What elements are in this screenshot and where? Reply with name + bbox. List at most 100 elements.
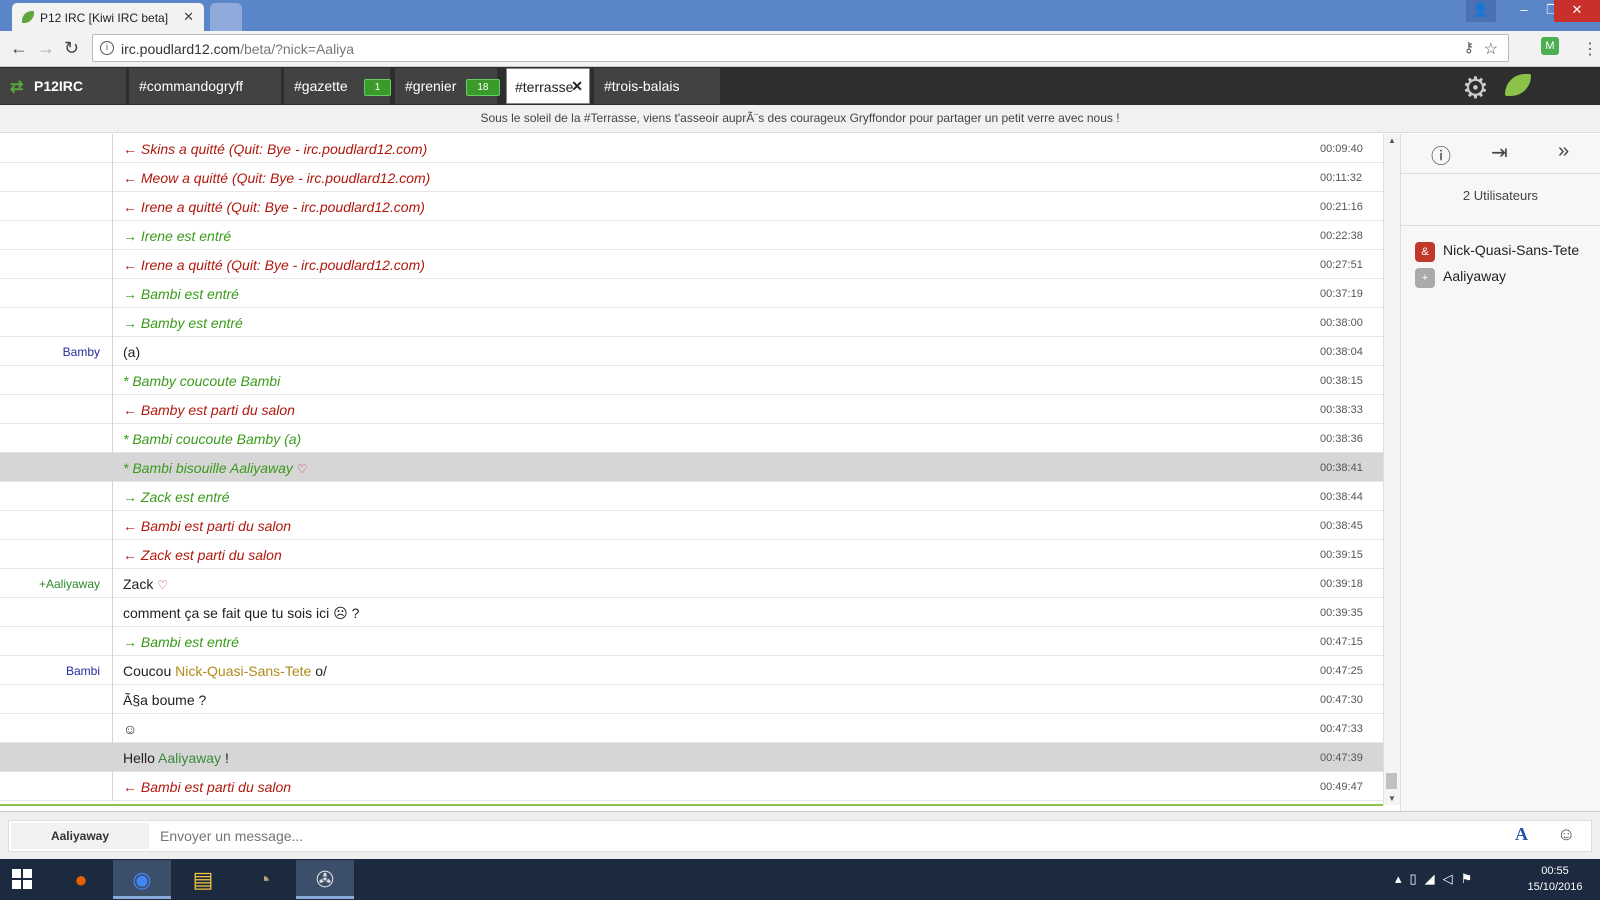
scroll-thumb[interactable] <box>1386 773 1397 789</box>
scroll-up-icon[interactable]: ▲ <box>1388 136 1396 145</box>
message-text: (a) <box>123 344 141 360</box>
message-text: ← Meow a quitté (Quit: Bye - irc.poudlar… <box>123 170 431 186</box>
nick-mention[interactable]: Nick-Quasi-Sans-Tete <box>175 663 311 679</box>
message-nick[interactable]: Bamby <box>0 345 100 359</box>
message-row: ← Irene a quitté (Quit: Bye - irc.poudla… <box>0 192 1383 221</box>
scroll-down-icon[interactable]: ▼ <box>1388 794 1396 803</box>
message-text: → Bamby est entré <box>123 315 243 331</box>
message-row: Bambi Coucou Nick-Quasi-Sans-Tete o/00:47… <box>0 656 1383 685</box>
tab-grenier[interactable]: #grenier 18 <box>395 68 500 104</box>
firefox-icon[interactable]: ● <box>52 860 110 899</box>
taskbar-clock[interactable]: 00:55 15/10/2016 <box>1520 863 1590 895</box>
collapse-sidebar-icon[interactable]: » <box>1558 140 1569 163</box>
clock-date: 15/10/2016 <box>1527 881 1583 893</box>
text-style-icon[interactable]: A <box>1515 824 1528 845</box>
message-time: 00:47:30 <box>1320 694 1363 706</box>
message-time: 00:39:15 <box>1320 549 1363 561</box>
message-time: 00:47:15 <box>1320 636 1363 648</box>
message-time: 00:38:45 <box>1320 520 1363 532</box>
message-text: ← Irene a quitté (Quit: Bye - irc.poudla… <box>123 199 425 215</box>
message-time: 00:47:33 <box>1320 723 1363 735</box>
message-text: ← Irene a quitté (Quit: Bye - irc.poudla… <box>123 257 425 273</box>
browser-titlebar: P12 IRC [Kiwi IRC beta] ✕ 👤 – ❐ ✕ <box>0 0 1600 31</box>
message-text: ← Zack est parti du salon <box>123 547 282 563</box>
my-nick[interactable]: Aaliyaway <box>11 823 149 849</box>
message-text: → Zack est entré <box>123 489 230 505</box>
user-count: 2 Utilisateurs <box>1401 188 1600 226</box>
info-icon[interactable]: ⓘ <box>1431 140 1451 169</box>
tab-commandogryff[interactable]: #commandogryff <box>129 68 281 104</box>
leave-channel-icon[interactable]: ⇥ <box>1491 140 1508 165</box>
site-info-icon[interactable]: i <box>100 41 114 55</box>
user-sidebar: ⓘ ⇥ » 2 Utilisateurs & Nick-Quasi-Sans-T… <box>1400 134 1600 811</box>
message-time: 00:37:19 <box>1320 288 1363 300</box>
menu-icon[interactable]: ⋮ <box>1582 39 1598 59</box>
server-tab[interactable]: ⇄ P12IRC <box>0 68 126 104</box>
message-text: * Bamby coucoute Bambi <box>123 373 281 389</box>
message-row: * Bambi coucoute Bamby (a) 00:38:36 <box>0 424 1383 453</box>
message-row: ← Meow a quitté (Quit: Bye - irc.poudlar… <box>0 163 1383 192</box>
emoji-icon[interactable]: ☺ <box>1557 824 1575 845</box>
op-mode-badge: & <box>1415 242 1435 262</box>
system-tray[interactable]: ▴▯◢◁⚑ <box>1395 871 1480 887</box>
message-text: Zack ♡ <box>123 576 168 592</box>
message-row: ← Irene a quitté (Quit: Bye - irc.poudla… <box>0 250 1383 279</box>
minimize-icon[interactable]: – <box>1510 0 1538 22</box>
message-time: 00:38:41 <box>1320 462 1363 474</box>
message-text: → Bambi est entré <box>123 634 239 650</box>
voice-mode-badge: + <box>1415 268 1435 288</box>
nick-mention[interactable]: Aaliyaway <box>158 750 221 766</box>
kiwi-logo-icon[interactable] <box>1505 74 1531 96</box>
settings-gear-icon[interactable]: ⚙ <box>1462 71 1489 106</box>
message-text: comment ça se fait que tu sois ici ☹ ? <box>123 605 360 621</box>
bookmark-star-icon[interactable]: ☆ <box>1484 39 1498 59</box>
message-row: ← Skins a quitté (Quit: Bye - irc.poudla… <box>0 134 1383 163</box>
message-nick[interactable]: +Aaliyaway <box>0 577 100 591</box>
channel-name: #gazette <box>294 78 348 94</box>
url-host: irc.poudlard12.com <box>121 41 241 57</box>
tab-trois-balais[interactable]: #trois-balais <box>594 68 720 104</box>
message-list: ← Skins a quitté (Quit: Bye - irc.poudla… <box>0 134 1383 805</box>
message-text: * Bambi bisouille Aaliyaway ♡ <box>123 460 308 476</box>
message-text: → Irene est entré <box>123 228 232 244</box>
url-path: /beta/?nick=Aaliya <box>240 41 355 57</box>
message-text: Coucou Nick-Quasi-Sans-Tete o/ <box>123 663 327 679</box>
windows-start-icon[interactable] <box>0 859 48 900</box>
message-row: Bamby (a) 00:38:04 <box>0 337 1383 366</box>
file-explorer-icon[interactable]: ▤ <box>174 860 232 899</box>
forward-icon[interactable]: → <box>37 39 55 57</box>
close-channel-icon[interactable]: ✕ <box>571 78 583 95</box>
message-text: → Bambi est entré <box>123 286 239 302</box>
sad-face-icon: ☹ <box>333 605 348 621</box>
profile-icon[interactable]: 👤 <box>1466 0 1496 22</box>
new-tab-button[interactable] <box>210 3 242 31</box>
back-icon[interactable]: ← <box>10 39 28 57</box>
tab-terrasse[interactable]: #terrasse ✕ <box>506 68 590 104</box>
message-row: → Zack est entré 00:38:44 <box>0 482 1383 511</box>
channel-tabs: ⇄ P12IRC #commandogryff #gazette 1 #greni… <box>0 67 1600 105</box>
browser-tab-active[interactable]: P12 IRC [Kiwi IRC beta] ✕ <box>12 3 204 31</box>
message-row: comment ça se fait que tu sois ici ☹ ? 00… <box>0 598 1383 627</box>
gimp-icon[interactable]: ◔ <box>235 860 293 899</box>
message-row-highlight: * Bambi bisouille Aaliyaway ♡ 00:38:41 <box>0 453 1383 482</box>
user-list-item[interactable]: & Nick-Quasi-Sans-Tete <box>1401 236 1600 262</box>
message-scrollbar[interactable]: ▲ ▼ <box>1383 134 1400 805</box>
switch-arrows-icon: ⇄ <box>10 79 24 96</box>
unread-badge: 1 <box>363 79 392 96</box>
movie-maker-icon[interactable]: ✇ <box>296 860 354 899</box>
close-tab-icon[interactable]: ✕ <box>183 9 194 25</box>
message-row: ← Bambi est parti du salon 00:49:47 <box>0 772 1383 801</box>
key-icon[interactable]: ⚷ <box>1464 39 1474 56</box>
address-bar[interactable]: i irc.poudlard12.com/beta/?nick=Aaliya ⚷… <box>92 34 1509 62</box>
close-window-icon[interactable]: ✕ <box>1554 0 1600 22</box>
kiwi-leaf-icon <box>22 11 34 23</box>
message-row: ← Zack est parti du salon 00:39:15 <box>0 540 1383 569</box>
user-list-item[interactable]: + Aaliyaway <box>1401 262 1600 288</box>
message-nick[interactable]: Bambi <box>0 664 100 678</box>
message-input[interactable] <box>154 821 1474 851</box>
message-row: ☺ 00:47:33 <box>0 714 1383 743</box>
chrome-icon[interactable]: ◉ <box>113 860 171 899</box>
extension-icon[interactable]: M <box>1541 37 1559 55</box>
tab-gazette[interactable]: #gazette 1 <box>284 68 392 104</box>
reload-icon[interactable]: ↻ <box>64 39 79 57</box>
